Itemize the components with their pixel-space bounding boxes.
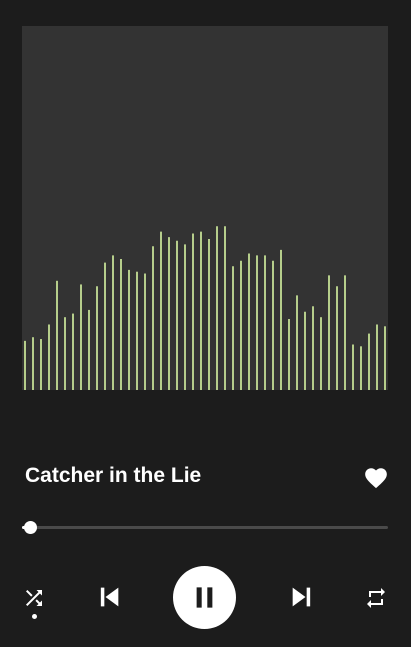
- skip-next-icon: [292, 587, 311, 607]
- pause-icon: [196, 587, 213, 608]
- visualizer-bars: [24, 226, 386, 390]
- repeat-button[interactable]: [363, 586, 389, 610]
- progress-slider[interactable]: [22, 520, 388, 536]
- repeat-icon: [367, 588, 385, 608]
- shuffle-icon: [26, 590, 42, 606]
- audio-visualizer: [22, 26, 388, 390]
- heart-icon: [365, 468, 387, 489]
- shuffle-button[interactable]: [22, 586, 46, 610]
- pause-button[interactable]: [173, 566, 236, 629]
- shuffle-active-indicator: [32, 614, 37, 619]
- next-button[interactable]: [288, 583, 316, 611]
- progress-track: [22, 526, 388, 529]
- track-title: Catcher in the Lie: [25, 464, 202, 487]
- like-button[interactable]: [363, 465, 389, 491]
- previous-button[interactable]: [95, 583, 123, 611]
- progress-thumb[interactable]: [24, 521, 38, 534]
- skip-previous-icon: [100, 587, 119, 607]
